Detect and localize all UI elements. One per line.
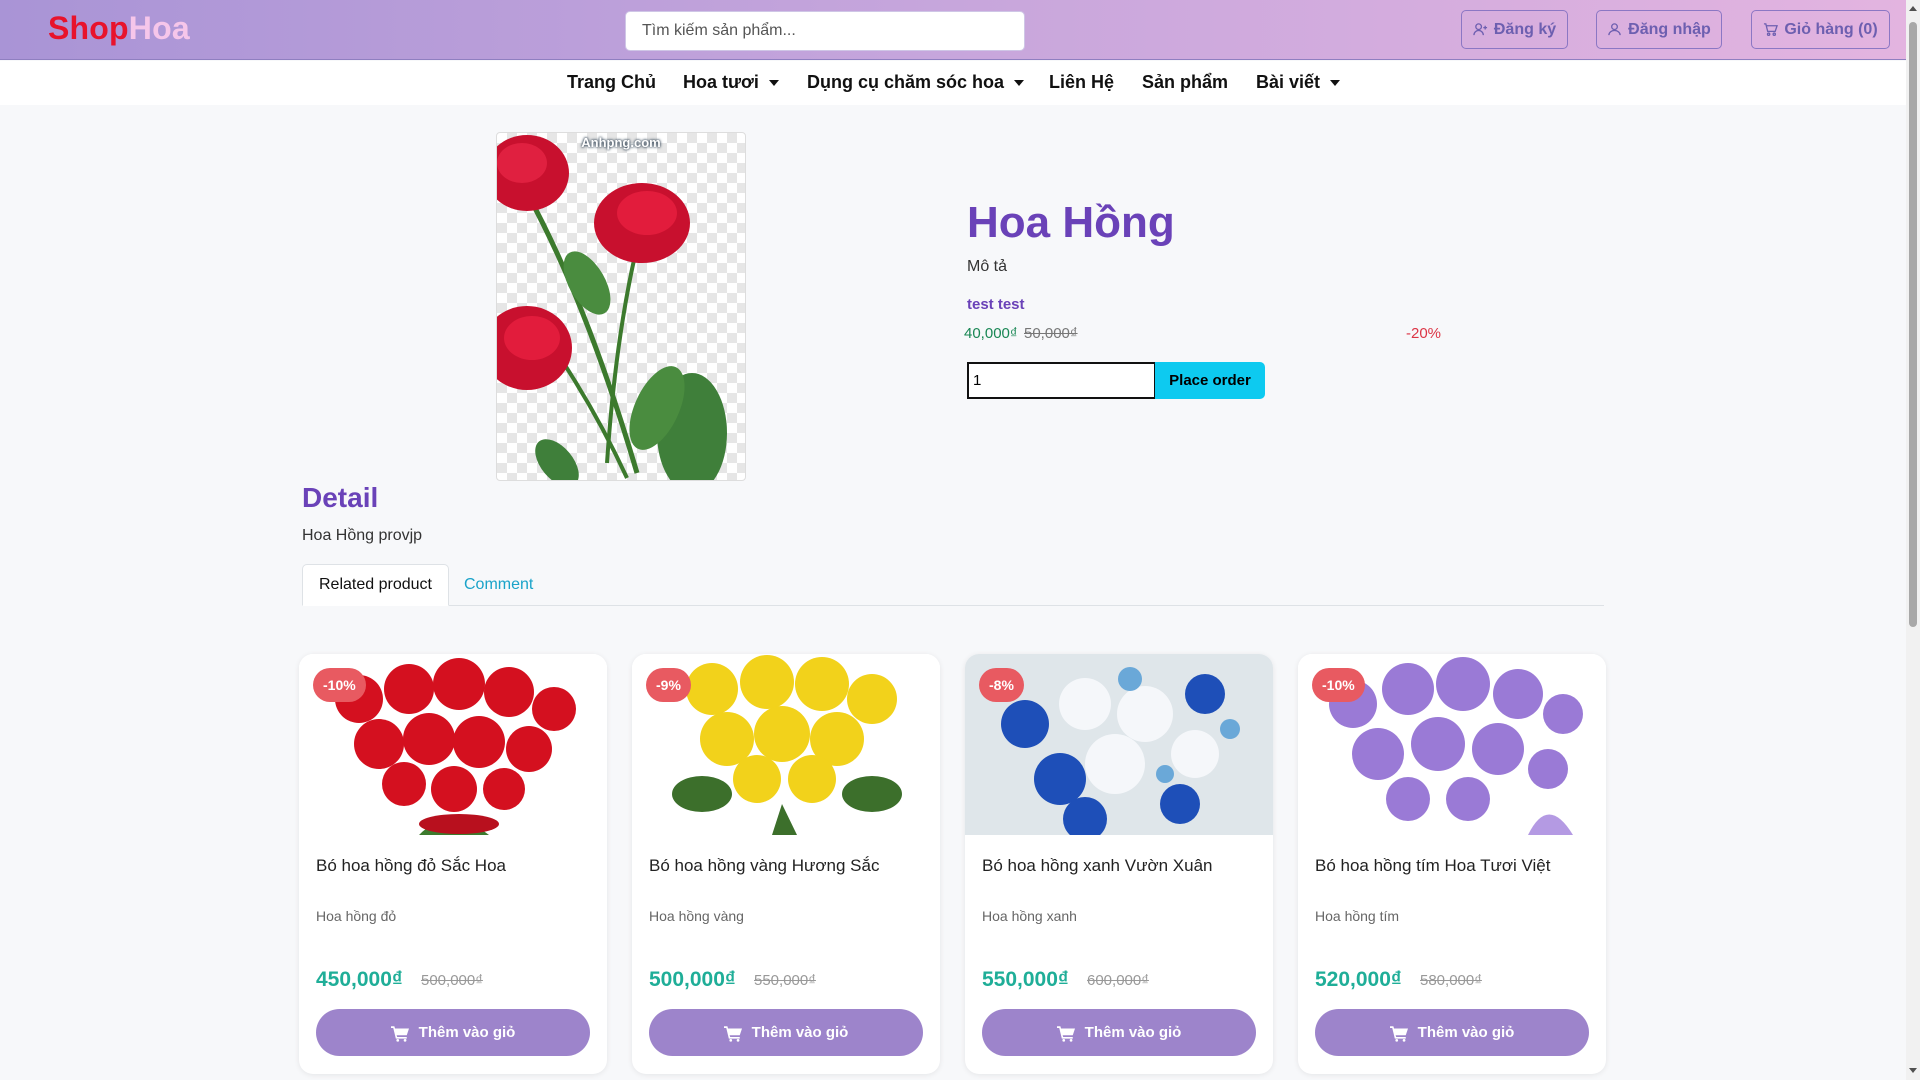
tab-related-product[interactable]: Related product bbox=[302, 564, 449, 606]
product-description: test test bbox=[967, 296, 1025, 313]
nav-item-label: Dụng cụ chăm sóc hoa bbox=[807, 72, 1005, 92]
rose-illustration bbox=[497, 135, 727, 480]
scroll-up-icon[interactable] bbox=[1909, 6, 1917, 11]
cart-button[interactable]: Giỏ hàng (0) bbox=[1751, 10, 1890, 49]
main-nav: Trang Chủ Hoa tươi Dụng cụ chăm sóc hoa … bbox=[0, 61, 1906, 105]
product-old-price: 50,000₫ bbox=[1024, 325, 1078, 342]
search-input[interactable] bbox=[625, 11, 1025, 51]
quantity-input[interactable] bbox=[967, 362, 1156, 399]
card-old-price: 600,000₫ bbox=[1087, 972, 1149, 989]
user-plus-icon bbox=[1473, 23, 1487, 36]
card-category: Hoa hồng tím bbox=[1315, 908, 1400, 924]
card-product-name[interactable]: Bó hoa hồng đỏ Sắc Hoa bbox=[316, 856, 506, 876]
card-old-price: 500,000₫ bbox=[421, 972, 483, 989]
related-product-card[interactable]: -10% Bó hoa hồng tím Hoa Tươi Việt Hoa h… bbox=[1298, 654, 1606, 1074]
cart-icon bbox=[390, 1025, 409, 1042]
add-to-cart-button[interactable]: Thêm vào giỏ bbox=[982, 1009, 1256, 1056]
logo-part-2: Hoa bbox=[128, 10, 190, 46]
card-product-name[interactable]: Bó hoa hồng xanh Vườn Xuân bbox=[982, 856, 1212, 876]
product-title: Hoa Hồng bbox=[967, 198, 1175, 247]
image-watermark: Anhpng.com bbox=[581, 135, 661, 150]
login-button[interactable]: Đăng nhập bbox=[1596, 10, 1722, 49]
place-order-button[interactable]: Place order bbox=[1155, 362, 1265, 399]
detail-text: Hoa Hồng provjp bbox=[302, 527, 423, 544]
product-discount: -20% bbox=[1406, 325, 1442, 342]
card-category: Hoa hồng vàng bbox=[649, 908, 744, 924]
shop-logo[interactable]: ShopHoa bbox=[48, 10, 190, 47]
card-price: 520,000₫ bbox=[1315, 968, 1402, 991]
chevron-down-icon bbox=[768, 79, 779, 86]
logo-part-1: Shop bbox=[48, 10, 129, 46]
register-button[interactable]: Đăng ký bbox=[1461, 10, 1568, 49]
card-price: 450,000₫ bbox=[316, 968, 403, 991]
description-label: Mô tả bbox=[967, 258, 1008, 275]
cart-icon bbox=[1389, 1025, 1408, 1042]
nav-item-label: Trang Chủ bbox=[567, 72, 656, 92]
cart-icon bbox=[1764, 23, 1779, 36]
cart-icon bbox=[1056, 1025, 1075, 1042]
card-category: Hoa hồng xanh bbox=[982, 908, 1077, 924]
user-icon bbox=[1608, 23, 1621, 36]
nav-item-products[interactable]: Sản phẩm bbox=[1142, 72, 1228, 93]
card-old-price: 580,000₫ bbox=[1420, 972, 1482, 989]
nav-item-articles[interactable]: Bài viết bbox=[1256, 72, 1341, 93]
chevron-down-icon bbox=[1330, 79, 1341, 86]
add-to-cart-button[interactable]: Thêm vào giỏ bbox=[1315, 1009, 1589, 1056]
card-price: 500,000₫ bbox=[649, 968, 736, 991]
add-to-cart-label: Thêm vào giỏ bbox=[418, 1024, 516, 1041]
nav-item-label: Liên Hệ bbox=[1049, 72, 1115, 92]
chevron-down-icon bbox=[1014, 79, 1025, 86]
scroll-down-icon[interactable] bbox=[1909, 1068, 1917, 1073]
add-to-cart-button[interactable]: Thêm vào giỏ bbox=[649, 1009, 923, 1056]
nav-item-label: Hoa tươi bbox=[683, 72, 759, 92]
nav-item-fresh-flowers[interactable]: Hoa tươi bbox=[683, 72, 779, 93]
cart-icon bbox=[723, 1025, 742, 1042]
login-label: Đăng nhập bbox=[1628, 20, 1711, 38]
page-scrollbar[interactable] bbox=[1906, 0, 1920, 1080]
top-header: ShopHoa Đăng ký Đăng nhập Giỏ hàng (0) bbox=[0, 0, 1906, 60]
discount-badge: -8% bbox=[979, 668, 1024, 702]
tab-comment[interactable]: Comment bbox=[448, 564, 549, 606]
scrollbar-thumb[interactable] bbox=[1909, 22, 1917, 627]
card-price: 550,000₫ bbox=[982, 968, 1069, 991]
discount-badge: -10% bbox=[313, 668, 366, 702]
nav-item-label: Sản phẩm bbox=[1142, 72, 1229, 92]
related-product-card[interactable]: -10% Bó hoa hồng đỏ Sắc Hoa Hoa hồng đỏ … bbox=[299, 654, 607, 1074]
card-old-price: 550,000₫ bbox=[754, 972, 816, 989]
related-product-card[interactable]: -8% Bó hoa hồng xanh Vườn Xuân Hoa hồng … bbox=[965, 654, 1273, 1074]
add-to-cart-label: Thêm vào giỏ bbox=[751, 1024, 849, 1041]
product-tabs: Related product Comment bbox=[302, 564, 1604, 606]
related-product-card[interactable]: -9% Bó hoa hồng vàng Hương Sắc Hoa hồng … bbox=[632, 654, 940, 1074]
cart-label: Giỏ hàng (0) bbox=[1784, 20, 1878, 38]
card-product-name[interactable]: Bó hoa hồng vàng Hương Sắc bbox=[649, 856, 879, 876]
product-image: Anhpng.com bbox=[496, 132, 746, 481]
nav-item-label: Bài viết bbox=[1256, 72, 1321, 92]
card-product-name[interactable]: Bó hoa hồng tím Hoa Tươi Việt bbox=[1315, 856, 1550, 876]
nav-item-flower-care-tools[interactable]: Dụng cụ chăm sóc hoa bbox=[807, 72, 1025, 93]
register-label: Đăng ký bbox=[1493, 20, 1557, 38]
add-to-cart-button[interactable]: Thêm vào giỏ bbox=[316, 1009, 590, 1056]
discount-badge: -9% bbox=[646, 668, 691, 702]
add-to-cart-label: Thêm vào giỏ bbox=[1084, 1024, 1182, 1041]
detail-heading: Detail bbox=[302, 482, 379, 513]
nav-item-contact[interactable]: Liên Hệ bbox=[1049, 72, 1114, 93]
product-price: 40,000₫ bbox=[964, 325, 1018, 342]
add-to-cart-label: Thêm vào giỏ bbox=[1417, 1024, 1515, 1041]
card-category: Hoa hồng đỏ bbox=[316, 908, 397, 924]
nav-item-home[interactable]: Trang Chủ bbox=[567, 72, 656, 93]
discount-badge: -10% bbox=[1312, 668, 1365, 702]
